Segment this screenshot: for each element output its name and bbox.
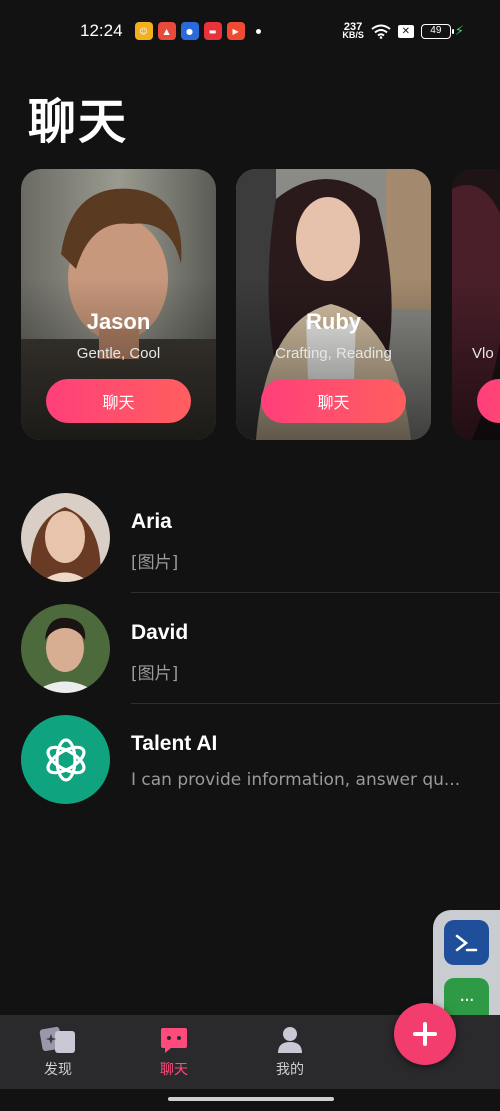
character-carousel[interactable]: Jason Gentle, Cool 聊天 Ruby Crafting, Rea…	[21, 169, 500, 441]
more-notifications-icon	[255, 28, 261, 34]
status-time: 12:24	[80, 21, 123, 40]
chat-row-david[interactable]: David [图片]	[0, 593, 500, 704]
sim-off-icon: ✕	[397, 24, 414, 38]
chat-icon	[161, 1028, 187, 1053]
chat-preview: [图片]	[131, 553, 179, 573]
avatar	[21, 493, 110, 582]
character-card-jason[interactable]: Jason Gentle, Cool 聊天	[21, 169, 216, 440]
chat-row-talent-ai[interactable]: Talent AI I can provide information, ans…	[0, 704, 500, 815]
new-chat-button[interactable]	[394, 1003, 456, 1065]
home-indicator[interactable]	[168, 1097, 334, 1101]
nav-label: 我的	[276, 1062, 304, 1078]
character-name: Jason	[86, 309, 151, 334]
notification-app-icon: ▬	[203, 22, 222, 40]
network-speed: 237 KB/S	[342, 21, 364, 40]
discover-icon	[39, 1026, 75, 1053]
charging-icon: ⚡	[454, 23, 464, 39]
chat-button[interactable]: 聊天	[261, 379, 406, 423]
ai-logo-icon	[46, 737, 85, 782]
nav-item-discover[interactable]: 发现	[0, 1015, 116, 1089]
terminal-app-icon[interactable]	[444, 920, 489, 965]
battery-indicator: 49	[420, 23, 454, 39]
chat-list: Aria [图片] David [图片] Talent AI I can pro…	[0, 482, 500, 815]
chat-name: Aria	[131, 510, 172, 533]
avatar	[21, 715, 110, 804]
nav-label: 发现	[44, 1062, 72, 1078]
character-card-ruby[interactable]: Ruby Crafting, Reading 聊天	[236, 169, 431, 440]
character-tags: Crafting, Reading	[275, 345, 392, 362]
chat-name: Talent AI	[131, 732, 218, 755]
profile-icon	[278, 1027, 302, 1053]
chat-name: David	[131, 621, 189, 644]
status-bar: 12:24 ☺ ▲ ● ▬ ▶ 237 KB/S ✕ 49 ⚡	[0, 0, 500, 62]
wifi-icon	[371, 24, 391, 39]
video-app-icon: ▶	[226, 22, 245, 40]
chat-preview: I can provide information, answer qu...	[131, 770, 461, 790]
notification-app-icon: ●	[180, 22, 199, 40]
nav-label: 聊天	[160, 1062, 188, 1078]
avatar	[21, 604, 110, 693]
page-title: 聊天	[28, 94, 129, 150]
nav-item-chat[interactable]: 聊天	[116, 1015, 232, 1089]
notification-app-icon: ▲	[157, 22, 176, 40]
character-tags: Vlo	[472, 345, 494, 362]
chat-button[interactable]: 聊天	[46, 379, 191, 423]
character-card-partial[interactable]: Vlo	[452, 169, 500, 440]
chat-preview: [图片]	[131, 664, 179, 684]
nav-item-profile[interactable]: 我的	[232, 1015, 348, 1089]
character-tags: Gentle, Cool	[76, 345, 161, 362]
notification-app-icon: ☺	[134, 22, 153, 40]
chat-row-aria[interactable]: Aria [图片]	[0, 482, 500, 593]
plus-icon	[413, 1022, 437, 1046]
character-name: Ruby	[306, 309, 361, 334]
